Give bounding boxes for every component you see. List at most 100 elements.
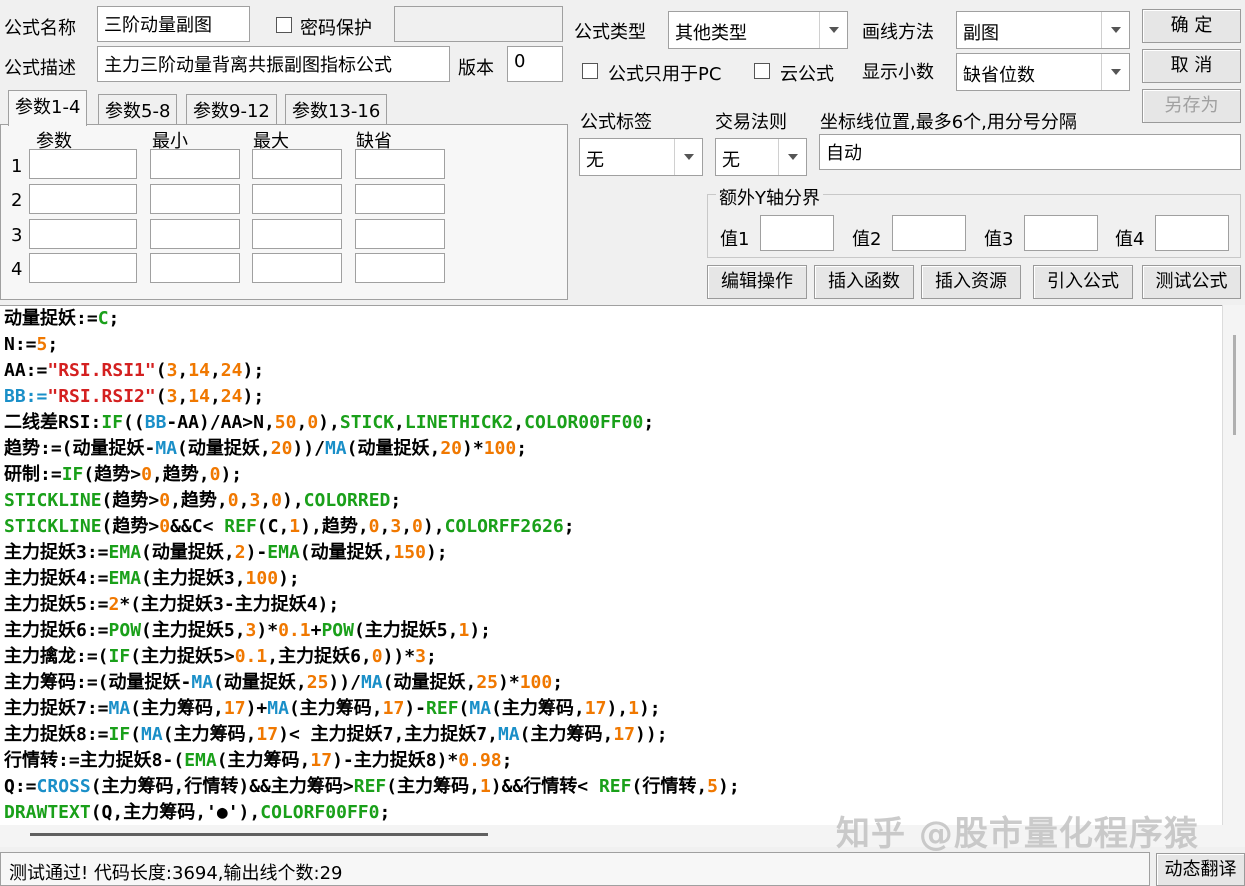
coord-line-input[interactable]: 自动	[819, 134, 1241, 170]
param-name-input[interactable]	[29, 253, 137, 283]
edit-operation-button[interactable]: 编辑操作	[707, 265, 807, 299]
horizontal-scroll-thumb[interactable]	[30, 833, 488, 836]
code-line[interactable]: Q:=CROSS(主力筹码,行情转)&&主力筹码>REF(主力筹码,1)&&行情…	[0, 774, 1222, 800]
param-min-input[interactable]	[150, 149, 240, 179]
chevron-down-icon[interactable]	[674, 139, 702, 175]
cancel-button[interactable]: 取 消	[1142, 49, 1241, 83]
y-value-4-input[interactable]	[1155, 215, 1229, 251]
code-line[interactable]: STICKLINE(趋势>0&&C< REF(C,1),趋势,0,3,0),CO…	[0, 514, 1222, 540]
coord-line-label: 坐标线位置,最多6个,用分号分隔	[820, 112, 1077, 133]
pc-only-checkbox[interactable]	[582, 63, 598, 79]
ok-button[interactable]: 确 定	[1142, 9, 1241, 43]
tab-params-13-16[interactable]: 参数13-16	[285, 94, 388, 124]
code-line[interactable]: AA:="RSI.RSI1"(3,14,24);	[0, 358, 1222, 384]
code-line[interactable]: 主力捉妖7:=MA(主力筹码,17)+MA(主力筹码,17)-REF(MA(主力…	[0, 696, 1222, 722]
tab-params-1-4[interactable]: 参数1-4	[8, 90, 88, 126]
code-line[interactable]: 主力捉妖8:=IF(MA(主力筹码,17)< 主力捉妖7,主力捉妖7,MA(主力…	[0, 722, 1222, 748]
formula-type-select[interactable]: 其他类型	[668, 11, 848, 49]
code-token: BB	[144, 412, 167, 433]
param-name-input[interactable]	[29, 219, 137, 249]
param-min-input[interactable]	[150, 184, 240, 214]
param-default-input[interactable]	[355, 219, 445, 249]
y-value-3-input[interactable]	[1024, 215, 1098, 251]
code-token: Q:=	[4, 776, 37, 797]
code-line[interactable]: BB:="RSI.RSI2"(3,14,24);	[0, 384, 1222, 410]
password-input[interactable]	[394, 6, 563, 42]
dynamic-translate-button[interactable]: 动态翻译	[1156, 853, 1245, 886]
code-line[interactable]: 主力捉妖6:=POW(主力捉妖5,3)*0.1+POW(主力捉妖5,1);	[0, 618, 1222, 644]
code-line[interactable]: 动量捉妖:=C;	[0, 306, 1222, 332]
code-line[interactable]: 二线差RSI:IF((BB-AA)/AA>N,50,0),STICK,LINET…	[0, 410, 1222, 436]
param-max-input[interactable]	[252, 184, 342, 214]
param-default-input[interactable]	[355, 184, 445, 214]
code-token: (主力捉妖3,	[141, 568, 246, 589]
code-token: 17	[382, 698, 405, 719]
code-token: EMA	[184, 750, 217, 771]
param-min-input[interactable]	[150, 253, 240, 283]
code-line[interactable]: 研制:=IF(趋势>0,趋势,0);	[0, 462, 1222, 488]
code-token: 2	[108, 594, 120, 615]
code-token: POW	[108, 620, 142, 641]
tab-params-5-8[interactable]: 参数5-8	[98, 94, 178, 124]
trade-rule-select[interactable]: 无	[715, 138, 807, 176]
password-checkbox[interactable]	[276, 17, 292, 33]
y-value-2-input[interactable]	[892, 215, 966, 251]
code-token: (主力筹码,	[386, 776, 480, 797]
code-line[interactable]: 主力捉妖4:=EMA(主力捉妖3,100);	[0, 566, 1222, 592]
formula-type-value: 其他类型	[675, 23, 747, 44]
code-token: 150	[393, 542, 426, 563]
code-token: ,	[177, 360, 189, 381]
vertical-scrollbar[interactable]	[1222, 305, 1245, 825]
save-as-button[interactable]: 另存为	[1142, 89, 1241, 123]
code-line[interactable]: 主力擒龙:=(IF(主力捉妖5>0.1,主力捉妖6,0))*3;	[0, 644, 1222, 670]
tab-params-9-12[interactable]: 参数9-12	[186, 94, 277, 124]
code-token: (主力筹码,	[130, 698, 224, 719]
insert-resource-button[interactable]: 插入资源	[921, 265, 1021, 299]
param-min-input[interactable]	[150, 219, 240, 249]
code-token: 1	[628, 698, 639, 719]
param-max-input[interactable]	[252, 219, 342, 249]
formula-tag-select[interactable]: 无	[579, 138, 703, 176]
param-default-input[interactable]	[355, 253, 445, 283]
insert-function-button[interactable]: 插入函数	[814, 265, 914, 299]
param-row-index: 3	[11, 225, 23, 246]
cloud-checkbox[interactable]	[754, 63, 770, 79]
param-name-input[interactable]	[29, 184, 137, 214]
code-token: 17	[613, 724, 636, 745]
code-token: ,	[209, 386, 221, 407]
chevron-down-icon[interactable]	[778, 139, 806, 175]
y-value-3-label: 值3	[984, 229, 1014, 250]
code-token: 0	[412, 516, 423, 537]
formula-desc-input[interactable]: 主力三阶动量背离共振副图指标公式	[97, 46, 450, 82]
code-token: 3	[245, 620, 257, 641]
code-line[interactable]: STICKLINE(趋势>0,趋势,0,3,0),COLORRED;	[0, 488, 1222, 514]
code-token: (主力筹码,	[519, 724, 614, 745]
code-token: REF	[598, 776, 632, 797]
param-max-input[interactable]	[252, 149, 342, 179]
y-value-1-input[interactable]	[760, 215, 834, 251]
chevron-down-icon[interactable]	[1101, 54, 1129, 90]
chevron-down-icon[interactable]	[1101, 12, 1129, 48]
import-formula-button[interactable]: 引入公式	[1033, 265, 1133, 299]
test-formula-button[interactable]: 测试公式	[1142, 265, 1241, 299]
code-line[interactable]: 主力捉妖5:=2*(主力捉妖3-主力捉妖4);	[0, 592, 1222, 618]
code-line[interactable]: 主力筹码:=(动量捉妖-MA(动量捉妖,25))/MA(动量捉妖,25)*100…	[0, 670, 1222, 696]
chevron-down-icon[interactable]	[819, 12, 847, 48]
code-token: );	[718, 776, 740, 797]
code-token: COLORF00FF0	[260, 802, 380, 823]
draw-method-select[interactable]: 副图	[956, 11, 1130, 49]
code-editor[interactable]: 动量捉妖:=C; N:=5; AA:="RSI.RSI1"(3,14,24); BB:…	[0, 305, 1222, 825]
formula-name-input[interactable]: 三阶动量副图	[97, 6, 250, 42]
code-line[interactable]: 主力捉妖3:=EMA(动量捉妖,2)-EMA(动量捉妖,150);	[0, 540, 1222, 566]
version-input[interactable]: 0	[507, 46, 563, 82]
param-default-input[interactable]	[355, 149, 445, 179]
code-token: "RSI.RSI1"	[47, 360, 156, 381]
code-line[interactable]: 行情转:=主力捉妖8-(EMA(主力筹码,17)-主力捉妖8)*0.98;	[0, 748, 1222, 774]
param-name-input[interactable]	[29, 149, 137, 179]
decimal-select[interactable]: 缺省位数	[956, 53, 1130, 91]
vertical-scroll-thumb[interactable]	[1233, 335, 1236, 435]
param-max-input[interactable]	[252, 253, 342, 283]
code-line[interactable]: N:=5;	[0, 332, 1222, 358]
code-token: MA	[360, 672, 383, 693]
code-line[interactable]: 趋势:=(动量捉妖-MA(动量捉妖,20))/MA(动量捉妖,20)*100;	[0, 436, 1222, 462]
